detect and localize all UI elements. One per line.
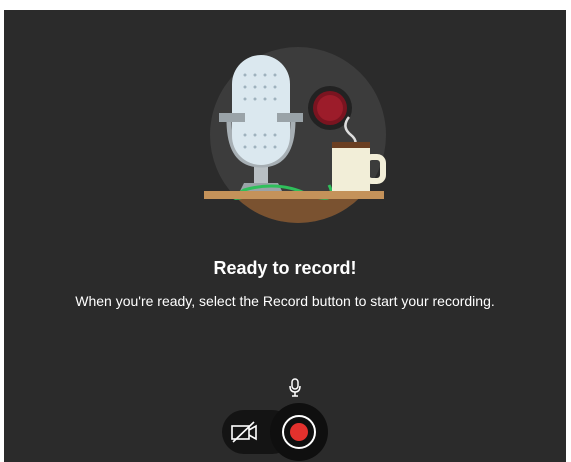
camera-off-icon bbox=[231, 421, 257, 443]
record-button[interactable] bbox=[270, 403, 328, 461]
record-icon bbox=[282, 415, 316, 449]
recording-controls bbox=[218, 403, 328, 461]
microphone-icon bbox=[288, 378, 302, 398]
ready-title: Ready to record! bbox=[213, 258, 357, 278]
microphone-coffee-illustration bbox=[199, 45, 399, 245]
recorder-panel: Ready to record! When you're ready, sele… bbox=[4, 10, 566, 462]
record-dot bbox=[290, 423, 308, 441]
ready-message: When you're ready, select the Record but… bbox=[75, 293, 495, 309]
